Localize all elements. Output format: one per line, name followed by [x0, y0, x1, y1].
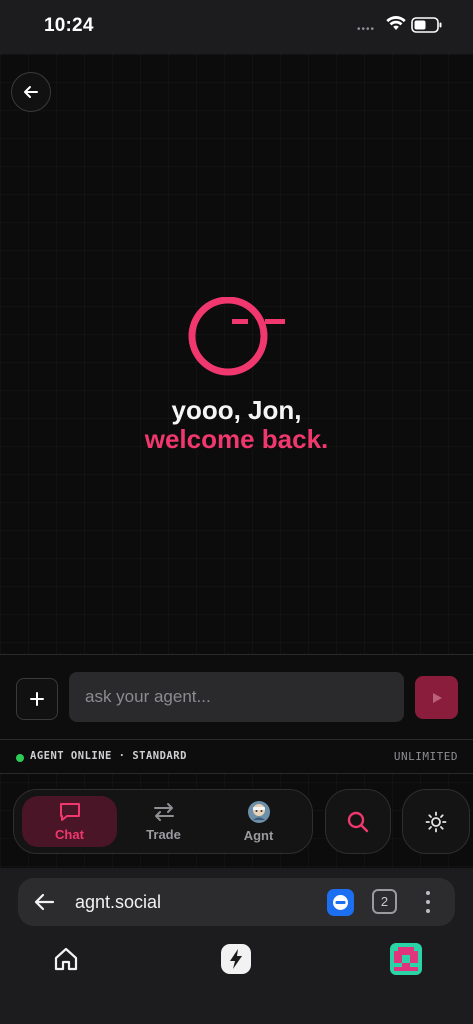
back-button[interactable]	[11, 72, 51, 112]
address-bar[interactable]: agnt.social 2	[18, 878, 455, 926]
search-button[interactable]	[325, 789, 391, 854]
blue-extension-icon[interactable]	[327, 889, 354, 916]
app-area: yooo, Jon, welcome back. AGENT ONLINE · …	[0, 54, 473, 868]
home-icon[interactable]	[52, 945, 80, 973]
browser-toolbar: agnt.social 2	[0, 868, 473, 1024]
sun-icon	[425, 811, 447, 832]
greeting-line-1: yooo, Jon,	[171, 395, 302, 425]
extension-glyph-icon	[333, 895, 348, 910]
chat-bubble-icon	[59, 803, 80, 821]
nav-tab-chat[interactable]: Chat	[22, 796, 117, 847]
search-icon	[347, 811, 369, 832]
nav-tab-trade-label: Trade	[146, 827, 181, 842]
plus-icon	[30, 692, 44, 706]
arrow-left-icon	[24, 86, 38, 98]
agent-avatar-icon	[247, 801, 270, 823]
profile-avatar-icon[interactable]	[390, 943, 422, 975]
nav-tab-trade[interactable]: Trade	[116, 796, 211, 847]
nav-tab-agnt[interactable]: Agnt	[211, 796, 306, 847]
swap-arrows-icon	[153, 803, 174, 821]
ask-agent-input[interactable]	[69, 672, 404, 722]
status-bar: 10:24 ••••	[0, 0, 473, 54]
status-time: 10:24	[44, 15, 94, 36]
add-attachment-button[interactable]	[16, 678, 58, 720]
url-text[interactable]: agnt.social	[75, 892, 161, 913]
usage-limit-label: UNLIMITED	[393, 750, 458, 763]
battery-icon	[411, 17, 442, 33]
theme-toggle-button[interactable]	[402, 789, 470, 854]
agent-status-label: AGENT ONLINE · STANDARD	[30, 750, 187, 762]
nav-tab-chat-label: Chat	[55, 827, 84, 842]
more-menu-icon[interactable]	[420, 888, 436, 916]
agent-status-bar: AGENT ONLINE · STANDARD UNLIMITED	[0, 739, 473, 774]
bolt-app-icon[interactable]	[220, 943, 252, 975]
send-button[interactable]	[415, 676, 458, 719]
bottom-nav: Chat Trade Agnt	[13, 789, 313, 854]
nav-tab-agnt-label: Agnt	[243, 828, 274, 843]
greeting-line-2: welcome back.	[144, 424, 329, 454]
agnt-logo-icon	[188, 297, 285, 376]
play-send-icon	[432, 692, 442, 703]
browser-back-icon[interactable]	[32, 890, 56, 914]
wifi-icon	[386, 16, 406, 30]
tab-count-button[interactable]: 2	[372, 889, 397, 914]
composer-bar	[0, 654, 473, 739]
online-indicator	[16, 754, 24, 762]
cellular-signal-icon: ••••	[357, 24, 376, 35]
